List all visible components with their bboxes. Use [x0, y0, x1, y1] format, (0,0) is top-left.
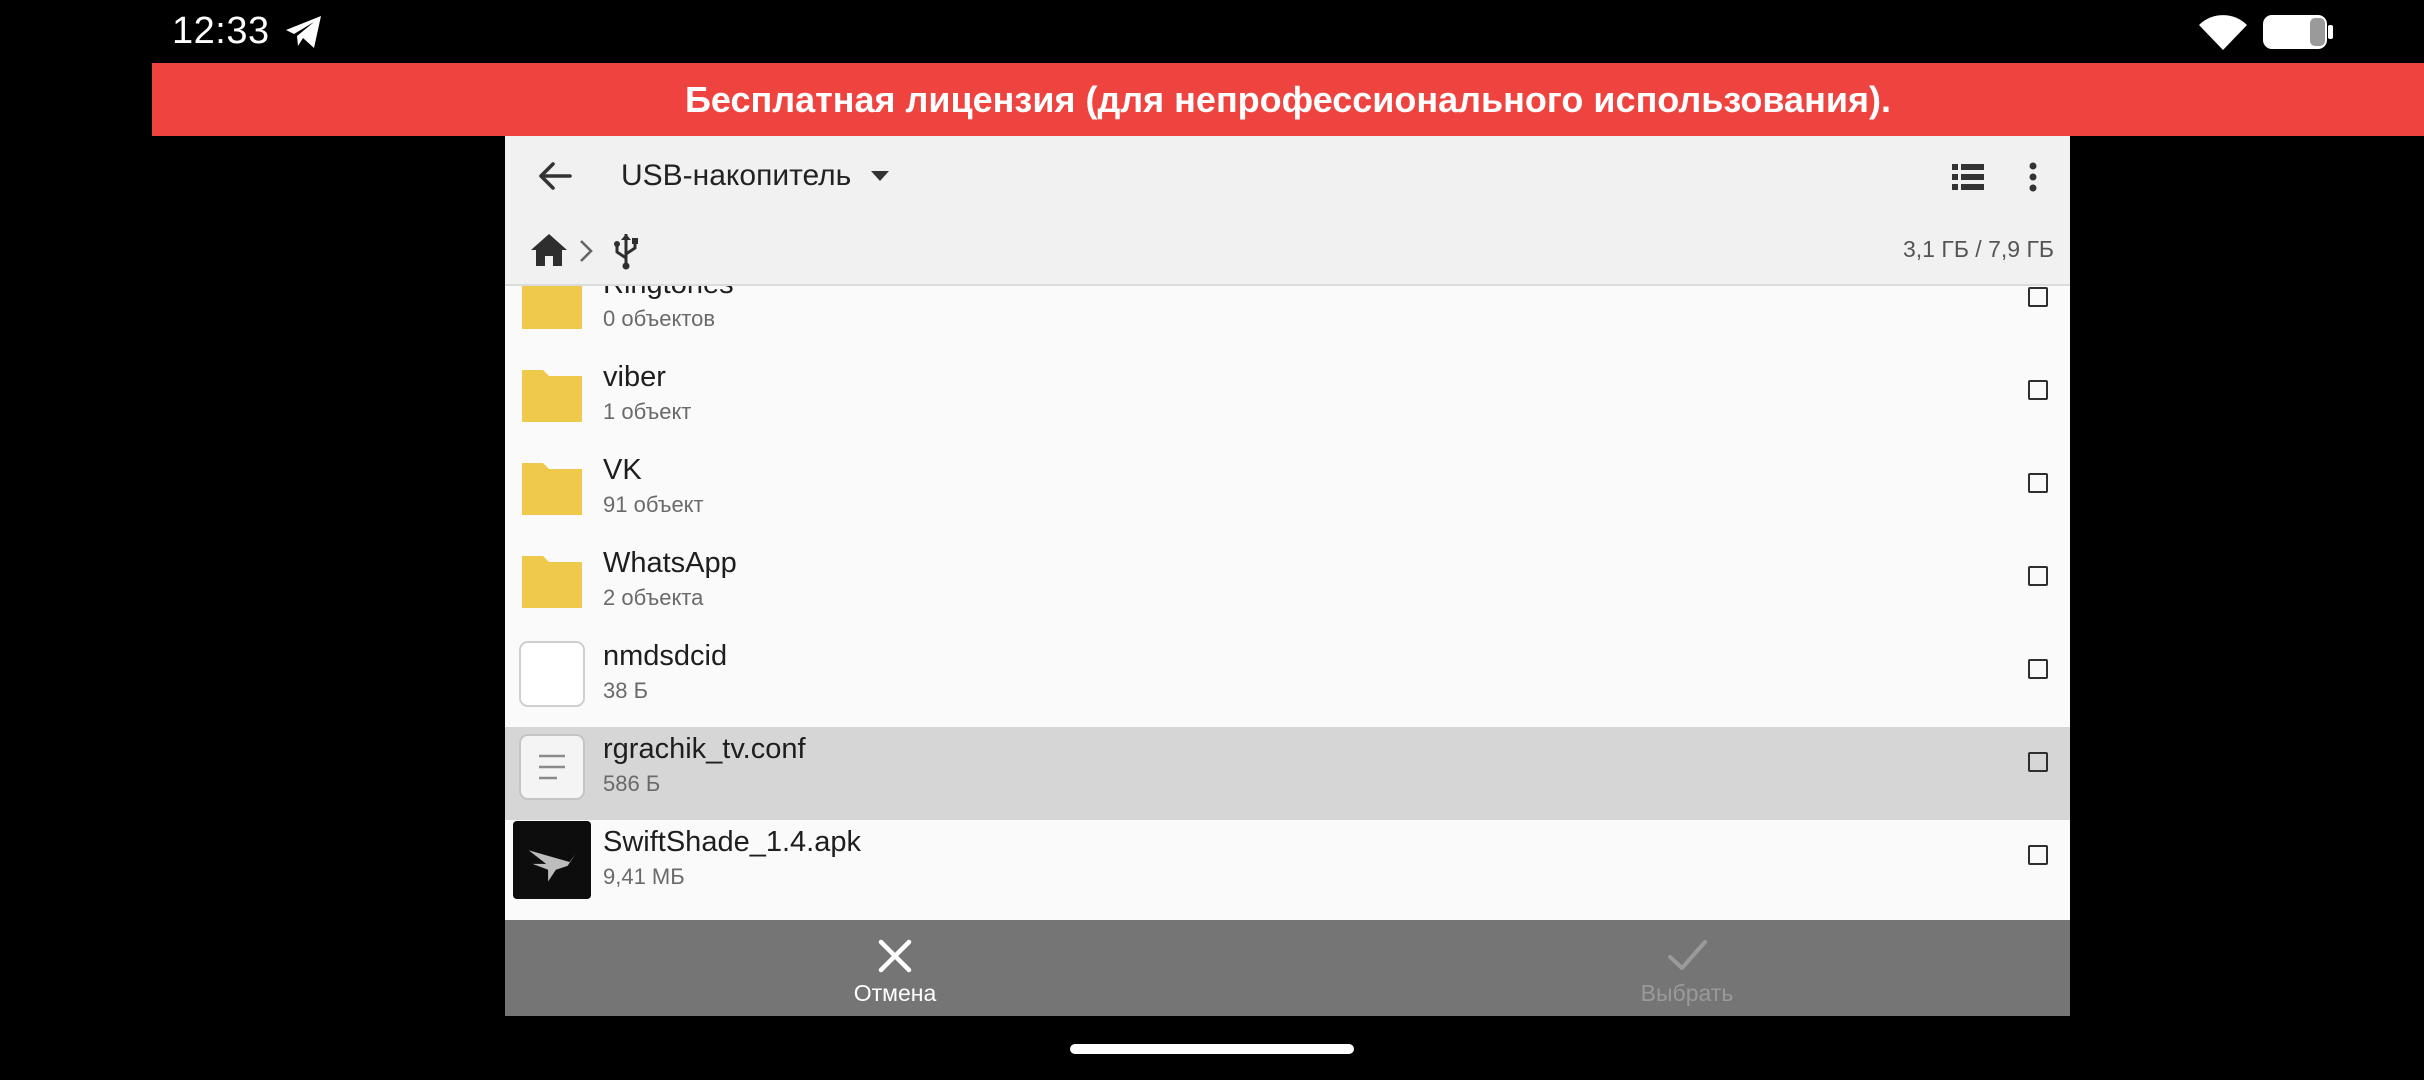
- file-meta: 38 Б: [603, 678, 649, 703]
- toolbar: USB-накопитель: [505, 136, 2070, 216]
- file-row-viber[interactable]: viber 1 объект: [505, 355, 2070, 448]
- row-checkbox[interactable]: [2028, 566, 2048, 586]
- list-view-button[interactable]: [1945, 154, 1991, 200]
- file-row-whatsapp[interactable]: WhatsApp 2 объекта: [505, 541, 2070, 634]
- file-row-swiftshade-apk[interactable]: SwiftShade_1.4.apk 9,41 МБ: [505, 820, 2070, 913]
- telegram-icon: [286, 16, 321, 48]
- file-meta: 586 Б: [603, 771, 661, 796]
- more-vert-icon: [2029, 162, 2037, 192]
- blank-file-icon: [519, 641, 585, 707]
- row-checkbox[interactable]: [2028, 752, 2048, 772]
- file-meta: 9,41 МБ: [603, 864, 685, 889]
- home-indicator[interactable]: [1070, 1044, 1354, 1054]
- file-name: VK: [603, 454, 642, 486]
- file-row-vk[interactable]: VK 91 объект: [505, 448, 2070, 541]
- folder-icon: [522, 463, 582, 515]
- check-icon: [1668, 940, 1707, 970]
- file-name: WhatsApp: [603, 547, 737, 579]
- apk-icon: [513, 821, 591, 899]
- file-row-nmdsdcid[interactable]: nmdsdcid 38 Б: [505, 634, 2070, 727]
- file-name: rgrachik_tv.conf: [603, 733, 806, 765]
- battery-icon: [2263, 15, 2333, 49]
- file-picker-dialog: USB-накопитель 3,1 ГБ / 7,9 ГБ 0 объекто…: [505, 136, 2070, 1016]
- folder-icon: [522, 370, 582, 422]
- back-arrow-icon: [539, 162, 572, 190]
- file-meta: 2 объекта: [603, 585, 704, 610]
- wifi-icon: [2199, 15, 2247, 50]
- file-name: Ringtones: [603, 286, 734, 301]
- back-button[interactable]: [527, 152, 583, 200]
- file-name: nmdsdcid: [603, 640, 728, 672]
- chevron-right-icon: [580, 240, 593, 262]
- row-checkbox[interactable]: [2028, 473, 2048, 493]
- cancel-button[interactable]: Отмена: [775, 920, 1015, 1016]
- dropdown-caret-icon: [871, 171, 890, 181]
- usb-icon[interactable]: [611, 232, 641, 270]
- select-button[interactable]: Выбрать: [1557, 920, 1817, 1016]
- select-label: Выбрать: [1640, 980, 1734, 1006]
- row-checkbox[interactable]: [2028, 380, 2048, 400]
- status-bar: 12:33: [0, 0, 2424, 63]
- license-banner: Бесплатная лицензия (для непрофессиональ…: [152, 63, 2424, 136]
- file-row-ringtones[interactable]: Ringtones 0 объектов: [505, 286, 2070, 355]
- file-meta: 1 объект: [603, 399, 692, 424]
- list-view-icon: [1952, 164, 1984, 190]
- storage-usage: 3,1 ГБ / 7,9 ГБ: [1903, 236, 2054, 262]
- bottom-action-bar: Отмена Выбрать: [505, 920, 2070, 1016]
- file-name: SwiftShade_1.4.apk: [603, 826, 861, 858]
- location-title: USB-накопитель: [621, 159, 852, 192]
- file-row-rgrachik-tv-conf[interactable]: rgrachik_tv.conf 586 Б: [505, 727, 2070, 820]
- row-checkbox[interactable]: [2028, 845, 2048, 865]
- file-name: viber: [603, 361, 666, 393]
- home-icon[interactable]: [529, 232, 569, 268]
- row-checkbox[interactable]: [2028, 659, 2048, 679]
- file-meta: 91 объект: [603, 492, 704, 517]
- file-meta: 0 объектов: [603, 306, 716, 331]
- folder-icon: [522, 556, 582, 608]
- more-options-button[interactable]: [2013, 154, 2053, 200]
- cancel-label: Отмена: [853, 980, 937, 1006]
- close-icon: [878, 939, 912, 973]
- row-checkbox[interactable]: [2028, 287, 2048, 307]
- text-file-icon: [519, 734, 585, 800]
- screen: 12:33 Бесплатная лицензия (для непрофесс…: [0, 0, 2424, 1080]
- clock: 12:33: [172, 10, 270, 52]
- file-list: Ringtones 0 объектов viber 1 объект VK 9…: [505, 286, 2070, 920]
- folder-icon: [522, 286, 582, 329]
- location-dropdown[interactable]: USB-накопитель: [621, 150, 890, 202]
- path-breadcrumb-bar: 3,1 ГБ / 7,9 ГБ: [505, 216, 2070, 286]
